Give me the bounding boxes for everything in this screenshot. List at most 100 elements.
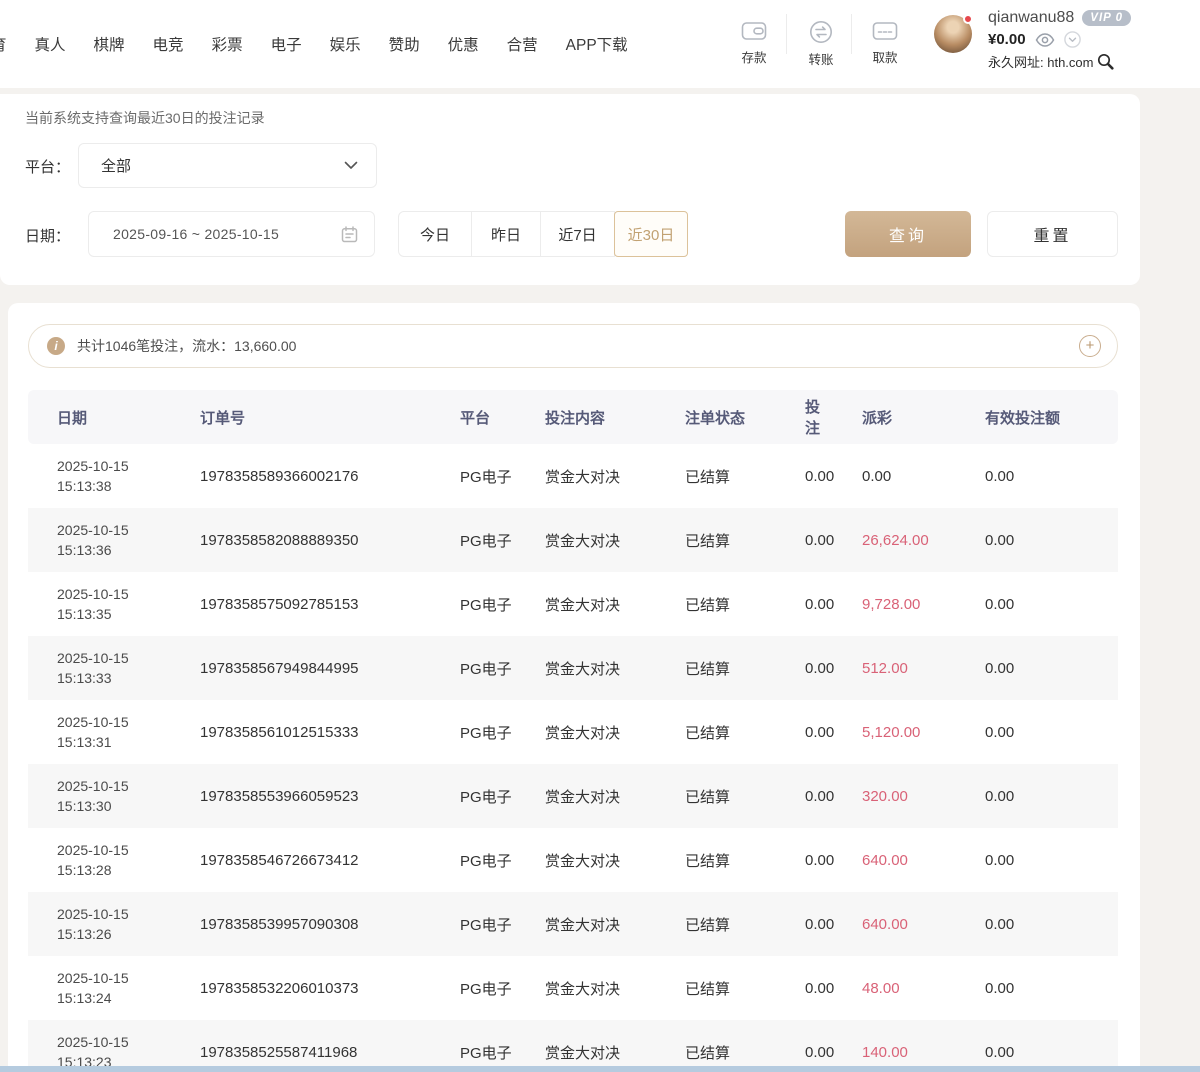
nav-item-partial[interactable]: 育 [0,33,7,55]
deposit-button[interactable]: 存款 [728,20,780,66]
quick-date-buttons: 今日 昨日 近7日 近30日 [398,211,688,257]
cell-valid-amount: 0.00 [955,892,1118,956]
table-row: 2025-10-1515:13:281978358546726673412PG电… [28,828,1118,892]
nav-item-7[interactable]: 优惠 [448,33,479,55]
cell-valid-amount: 0.00 [955,700,1118,764]
cell-bet-content: 赏金大对决 [515,1020,655,1072]
balance-amount: ¥0.00 [988,31,1026,48]
cell-bet-amount: 0.00 [775,956,832,1020]
cell-platform: PG电子 [430,828,515,892]
magnifier-icon[interactable] [1097,53,1114,70]
cell-payout: 26,624.00 [832,508,955,572]
column-header-0: 日期 [28,390,170,444]
cell-bet-content: 赏金大对决 [515,508,655,572]
cell-payout: 48.00 [832,956,955,1020]
divider [786,14,787,54]
nav-item-9[interactable]: APP下载 [566,33,628,55]
quick-yesterday-button[interactable]: 昨日 [471,211,541,257]
avatar[interactable] [934,15,972,53]
nav-item-4[interactable]: 电子 [271,33,302,55]
quick-today-button[interactable]: 今日 [398,211,472,257]
cell-bet-amount: 0.00 [775,444,832,508]
cell-bet-amount: 0.00 [775,892,832,956]
cell-platform: PG电子 [430,508,515,572]
cell-bet-content: 赏金大对决 [515,892,655,956]
bottom-scrollbar[interactable] [0,1066,1200,1072]
cell-status: 已结算 [655,764,775,828]
cell-payout: 0.00 [832,444,955,508]
cell-bet-amount: 0.00 [775,572,832,636]
cell-date: 2025-10-1515:13:30 [28,764,170,828]
reset-button[interactable]: 重置 [987,211,1118,257]
cell-platform: PG电子 [430,956,515,1020]
username[interactable]: qianwanu88 [988,9,1074,27]
cell-platform: PG电子 [430,572,515,636]
cell-bet-content: 赏金大对决 [515,828,655,892]
column-header-5: 投注 [775,390,832,444]
column-header-6: 派彩 [832,390,955,444]
table-row: 2025-10-1515:13:361978358582088889350PG电… [28,508,1118,572]
nav-item-0[interactable]: 真人 [35,33,66,55]
cell-date: 2025-10-1515:13:31 [28,700,170,764]
cell-bet-content: 赏金大对决 [515,444,655,508]
date-range-value: 2025-09-16 ~ 2025-10-15 [113,226,341,242]
transfer-icon [809,20,833,44]
cell-bet-content: 赏金大对决 [515,700,655,764]
cell-date: 2025-10-1515:13:23 [28,1020,170,1072]
nav-item-1[interactable]: 棋牌 [94,33,125,55]
cell-platform: PG电子 [430,764,515,828]
column-header-3: 投注内容 [515,390,655,444]
notification-dot [963,14,973,24]
nav-item-5[interactable]: 娱乐 [330,33,361,55]
transfer-button[interactable]: 转账 [795,20,847,68]
table-header-row: 日期订单号平台投注内容注单状态投注派彩有效投注额 [28,390,1118,444]
cell-valid-amount: 0.00 [955,828,1118,892]
platform-select[interactable]: 全部 [78,143,377,188]
cell-date: 2025-10-1515:13:33 [28,636,170,700]
cell-order-number: 1978358589366002176 [170,444,430,508]
cell-order-number: 1978358525587411968 [170,1020,430,1072]
chevron-down-circle-icon[interactable] [1064,31,1081,48]
cell-order-number: 1978358532206010373 [170,956,430,1020]
date-range-picker[interactable]: 2025-09-16 ~ 2025-10-15 [88,211,375,257]
platform-label: 平台： [25,156,70,177]
query-button[interactable]: 查询 [845,211,971,257]
cell-valid-amount: 0.00 [955,508,1118,572]
eye-icon[interactable] [1035,33,1055,47]
table-row: 2025-10-1515:13:241978358532206010373PG电… [28,956,1118,1020]
cell-date: 2025-10-1515:13:28 [28,828,170,892]
nav-item-2[interactable]: 电竞 [153,33,184,55]
nav-menu: 育 真人 棋牌 电竞 彩票 电子 娱乐 赞助 优惠 合营 APP下载 [0,0,628,88]
notice-text: 当前系统支持查询最近30日的投注记录 [25,108,265,128]
cell-payout: 140.00 [832,1020,955,1072]
nav-item-3[interactable]: 彩票 [212,33,243,55]
cell-valid-amount: 0.00 [955,1020,1118,1072]
quick-30days-button[interactable]: 近30日 [614,211,688,257]
withdraw-button[interactable]: 取款 [859,20,911,66]
cell-payout: 320.00 [832,764,955,828]
table-row: 2025-10-1515:13:311978358561012515333PG电… [28,700,1118,764]
cell-bet-content: 赏金大对决 [515,572,655,636]
plus-circle-icon[interactable]: + [1079,335,1101,357]
nav-item-8[interactable]: 合营 [507,33,538,55]
cell-valid-amount: 0.00 [955,572,1118,636]
cell-bet-amount: 0.00 [775,764,832,828]
cell-platform: PG电子 [430,892,515,956]
cell-date: 2025-10-1515:13:26 [28,892,170,956]
cell-platform: PG电子 [430,636,515,700]
nav-item-6[interactable]: 赞助 [389,33,420,55]
column-header-2: 平台 [430,390,515,444]
cell-bet-amount: 0.00 [775,1020,832,1072]
cell-platform: PG电子 [430,1020,515,1072]
cell-bet-content: 赏金大对决 [515,956,655,1020]
filter-panel: 当前系统支持查询最近30日的投注记录 平台： 全部 日期： 2025-09-16… [0,94,1140,285]
bet-records-table: 日期订单号平台投注内容注单状态投注派彩有效投注额 2025-10-1515:13… [28,390,1118,1072]
cell-status: 已结算 [655,572,775,636]
withdraw-card-icon [872,20,898,42]
cell-order-number: 1978358553966059523 [170,764,430,828]
chevron-down-icon [344,161,358,170]
cell-status: 已结算 [655,636,775,700]
cell-payout: 512.00 [832,636,955,700]
cell-order-number: 1978358582088889350 [170,508,430,572]
quick-7days-button[interactable]: 近7日 [540,211,615,257]
